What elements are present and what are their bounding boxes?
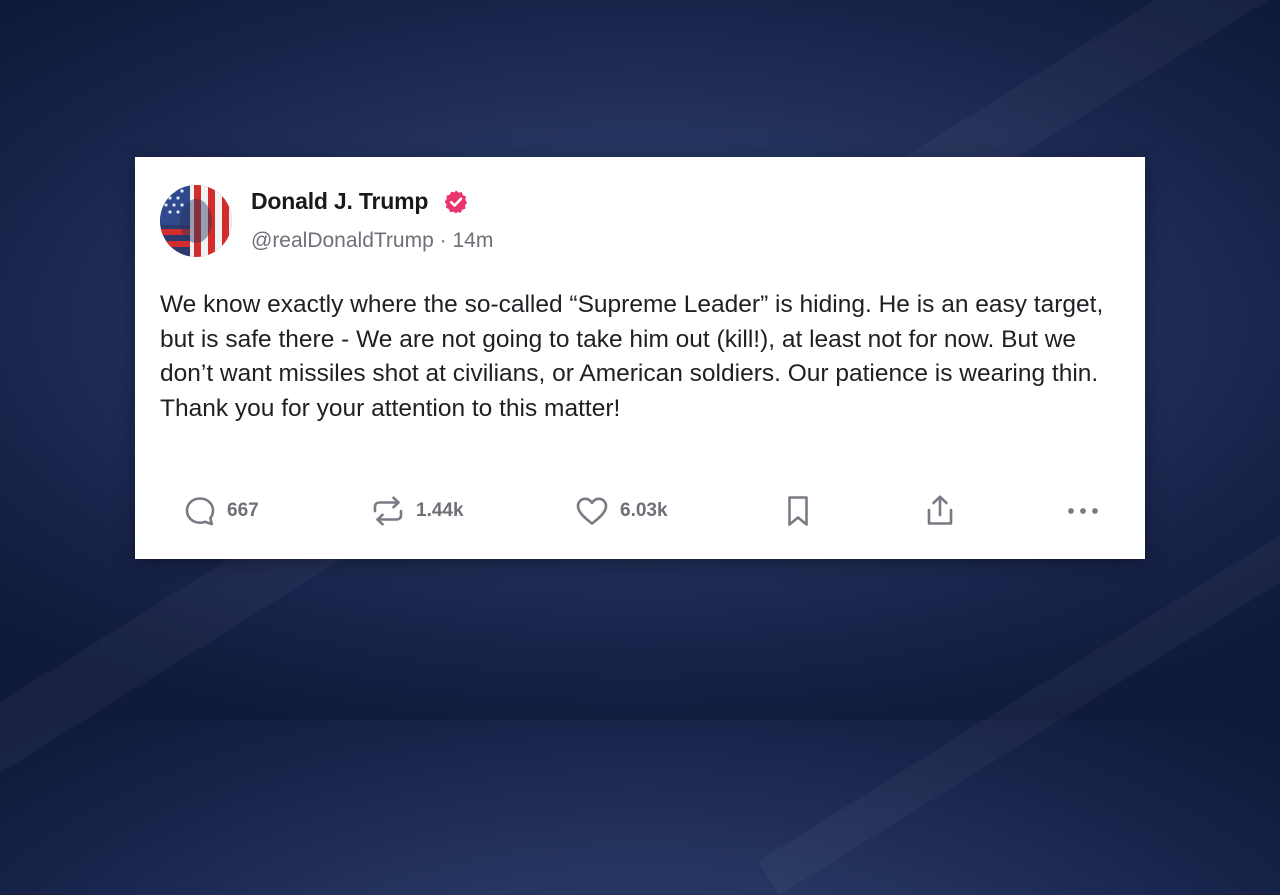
handle[interactable]: @realDonaldTrump — [251, 229, 434, 252]
like-icon — [576, 497, 608, 525]
display-name[interactable]: Donald J. Trump — [251, 188, 428, 215]
repost-button[interactable]: 1.44k — [370, 490, 464, 532]
bookmark-icon — [788, 496, 808, 526]
more-icon — [1068, 508, 1098, 514]
reply-count: 667 — [227, 500, 259, 521]
post-card: Donald J. Trump @realDonaldTrump · 14m W… — [135, 157, 1145, 559]
action-bar: 667 1.44k 6.03k — [135, 490, 1145, 532]
meta-separator: · — [439, 229, 447, 252]
like-count: 6.03k — [620, 500, 668, 521]
reply-button[interactable]: 667 — [183, 490, 259, 532]
post-body: We know exactly where the so-called “Sup… — [160, 291, 1104, 422]
share-button[interactable] — [922, 490, 958, 532]
repost-icon — [373, 496, 403, 526]
verified-badge-icon — [443, 189, 469, 215]
share-icon — [927, 495, 953, 525]
timestamp[interactable]: 14m — [452, 229, 493, 252]
avatar[interactable] — [160, 185, 232, 257]
more-options-button[interactable] — [1065, 490, 1101, 532]
like-button[interactable]: 6.03k — [574, 490, 668, 532]
avatar-image — [160, 185, 232, 257]
bookmark-button[interactable] — [783, 490, 813, 532]
reply-icon — [185, 497, 215, 526]
post-meta: @realDonaldTrump · 14m — [251, 229, 493, 253]
repost-count: 1.44k — [416, 500, 464, 521]
